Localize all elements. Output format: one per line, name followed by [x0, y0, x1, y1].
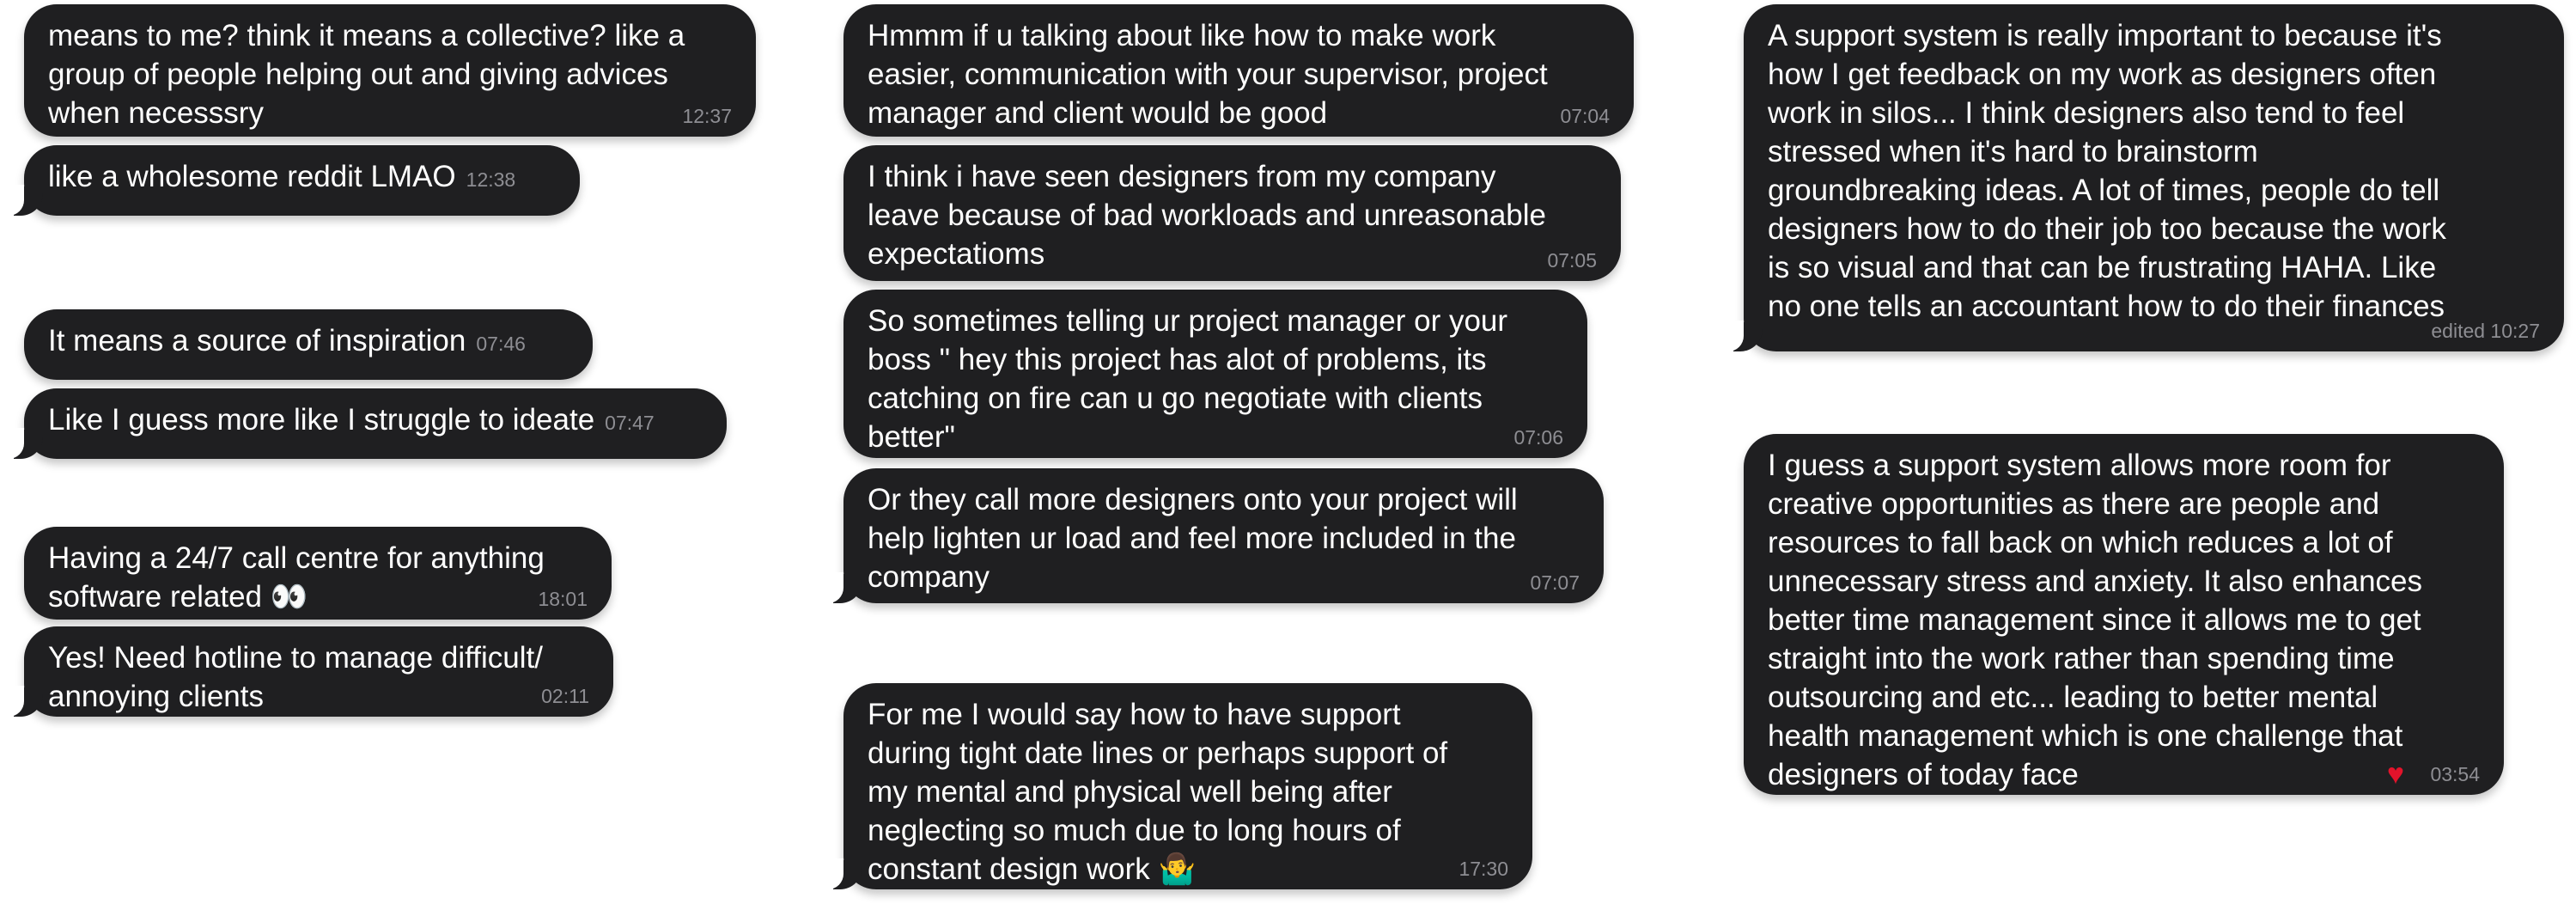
message-timestamp: 07:46	[476, 333, 526, 355]
heart-reaction-icon[interactable]: ♥	[2387, 759, 2404, 790]
message-text: For me I would say how to have support d…	[868, 698, 1448, 886]
message-text: means to me? think it means a collective…	[48, 19, 685, 130]
message-text: It means a source of inspiration	[48, 324, 466, 357]
message-timestamp: 02:11	[541, 685, 589, 707]
message-bubble[interactable]: I think i have seen designers from my co…	[843, 145, 1621, 281]
message-text: like a wholesome reddit LMAO	[48, 160, 456, 193]
message-bubble[interactable]: Yes! Need hotline to manage difficult/ a…	[0, 626, 613, 717]
message-timestamp: 17:30	[1459, 858, 1508, 880]
message-text: Like I guess more like I struggle to ide…	[48, 403, 595, 437]
message-timestamp: edited 10:27	[2431, 320, 2540, 342]
message-bubble[interactable]: Having a 24/7 call centre for anything s…	[24, 527, 612, 620]
message-timestamp: 12:38	[466, 168, 516, 191]
message-text: So sometimes telling ur project manager …	[868, 304, 1508, 454]
message-bubble[interactable]: It means a source of inspiration 07:46	[24, 309, 593, 380]
message-timestamp: 07:47	[605, 412, 655, 434]
message-bubble[interactable]: So sometimes telling ur project manager …	[843, 290, 1587, 458]
message-timestamp: 07:06	[1513, 426, 1563, 449]
message-timestamp: 07:07	[1530, 571, 1580, 594]
message-bubble[interactable]: means to me? think it means a collective…	[24, 4, 756, 137]
message-bubble[interactable]: I guess a support system allows more roo…	[1744, 434, 2504, 795]
message-text: A support system is really important to …	[1768, 19, 2446, 323]
message-text: Hmmm if u talking about like how to make…	[868, 19, 1548, 130]
message-text: Or they call more designers onto your pr…	[868, 483, 1518, 594]
message-bubble[interactable]: like a wholesome reddit LMAO 12:38	[0, 145, 580, 216]
message-timestamp: 07:05	[1547, 249, 1597, 272]
message-bubble[interactable]: Or they call more designers onto your pr…	[818, 468, 1604, 603]
message-text: Yes! Need hotline to manage difficult/ a…	[48, 641, 543, 713]
message-timestamp: 03:54	[2430, 763, 2480, 785]
message-text: I think i have seen designers from my co…	[868, 160, 1547, 271]
message-timestamp: 18:01	[538, 588, 588, 610]
message-timestamp: 12:37	[682, 105, 732, 127]
message-text: Having a 24/7 call centre for anything s…	[48, 541, 545, 614]
message-text: I guess a support system allows more roo…	[1768, 449, 2423, 791]
message-timestamp: 07:04	[1560, 105, 1610, 127]
message-bubble[interactable]: For me I would say how to have support d…	[818, 683, 1532, 889]
message-bubble[interactable]: Like I guess more like I struggle to ide…	[0, 388, 727, 459]
message-bubble[interactable]: A support system is really important to …	[1718, 4, 2564, 351]
message-bubble[interactable]: Hmmm if u talking about like how to make…	[843, 4, 1634, 137]
